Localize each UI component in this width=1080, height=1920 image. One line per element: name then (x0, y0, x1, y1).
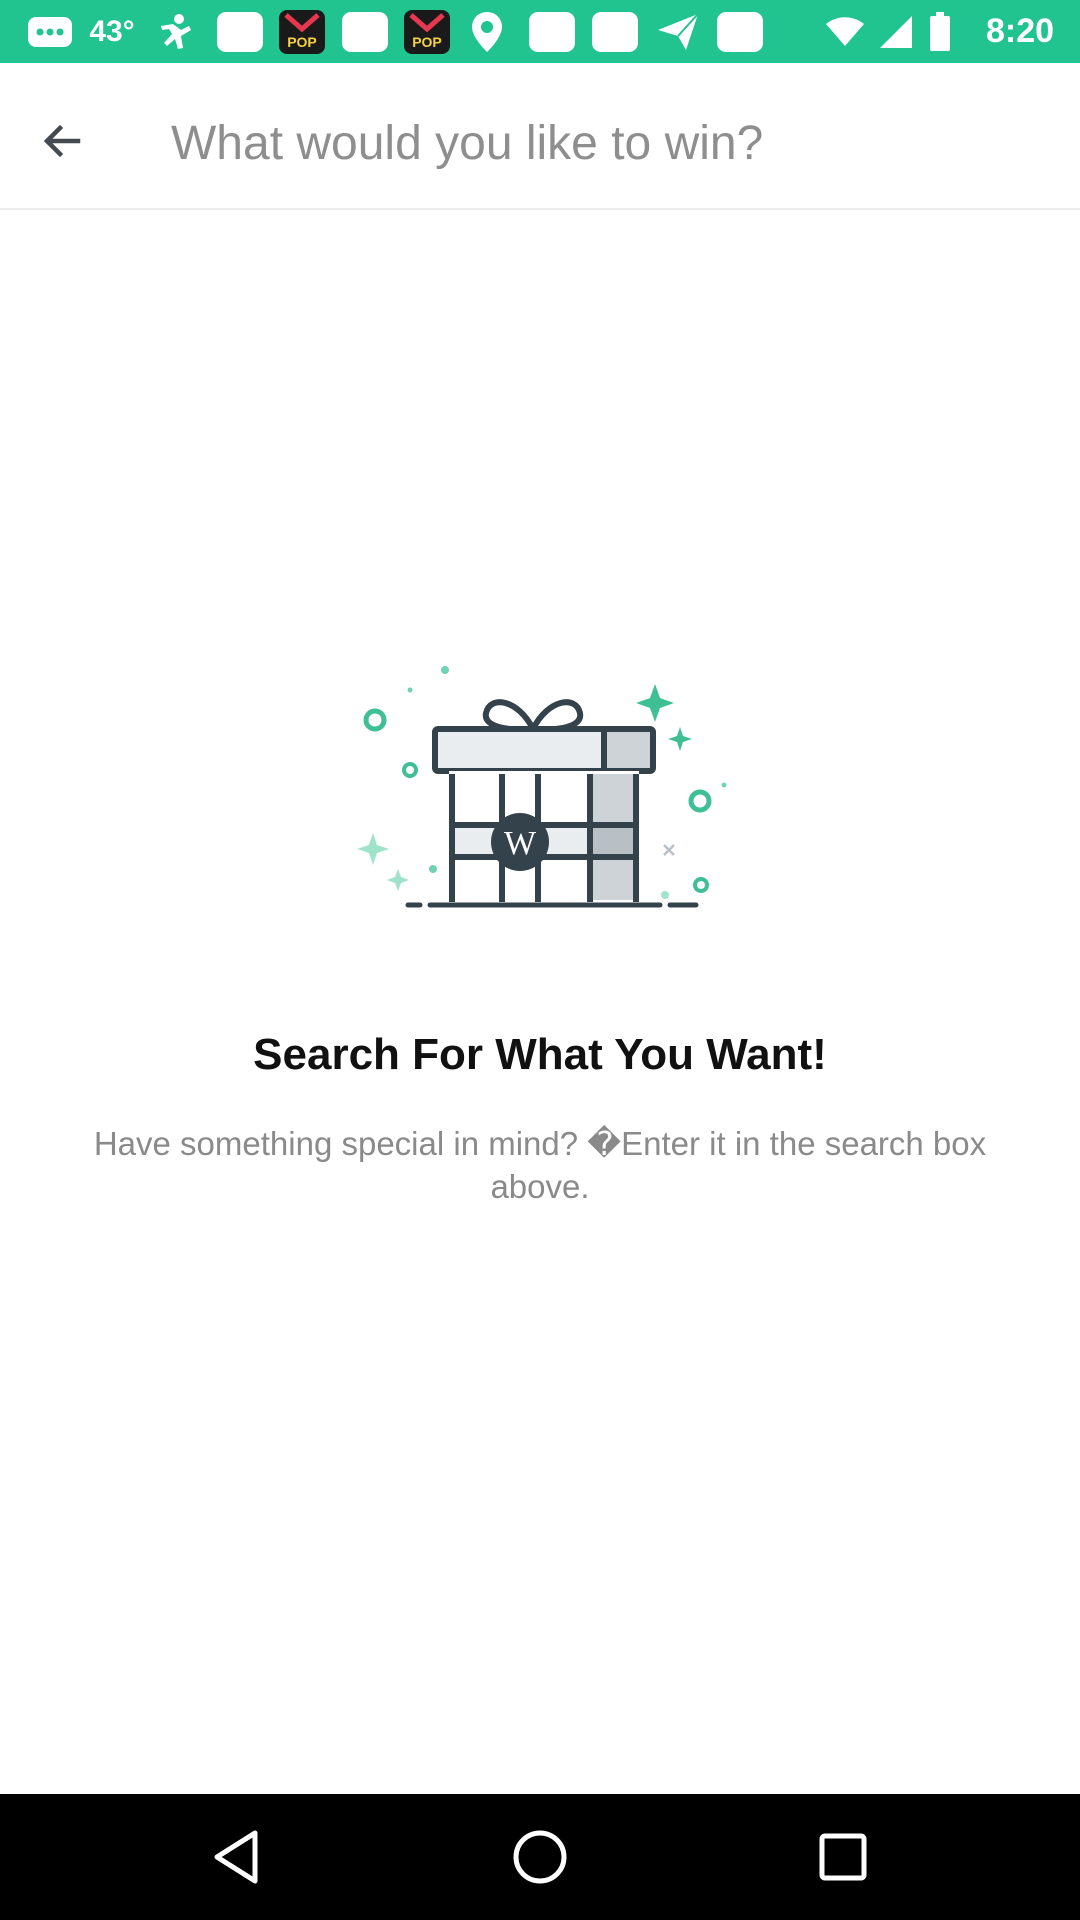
empty-state-title: Search For What You Want! (253, 1030, 827, 1079)
battery-icon (920, 0, 960, 63)
nav-recents-button[interactable] (803, 1817, 883, 1897)
app-icon (524, 0, 580, 63)
send-icon (650, 0, 706, 63)
temperature: 43° (89, 14, 135, 48)
signal-icon (874, 0, 918, 63)
home-circle-icon (513, 1830, 567, 1884)
app-icon (712, 0, 768, 63)
back-triangle-icon (214, 1830, 258, 1884)
recents-square-icon (819, 1833, 867, 1881)
messages-icon (22, 0, 78, 63)
app-icon (337, 0, 393, 63)
app-icon (212, 0, 268, 63)
activity-icon (150, 0, 200, 63)
empty-state-subtitle: Have something special in mind? �Enter i… (93, 1125, 987, 1205)
wifi-icon (822, 0, 868, 63)
nav-back-button[interactable] (197, 1817, 277, 1897)
pop-app-icon: POP (274, 0, 330, 63)
svg-text:POP: POP (287, 34, 317, 50)
app-icon (587, 0, 643, 63)
search-header (0, 63, 1080, 210)
pop-app-icon: POP (399, 0, 455, 63)
location-icon (462, 0, 512, 63)
gift-box-illustration: W (350, 655, 740, 935)
svg-text:POP: POP (412, 34, 442, 50)
gift-letter: W (504, 825, 537, 862)
gift-box-icon: W (357, 666, 727, 908)
search-input[interactable] (165, 103, 1057, 183)
nav-home-button[interactable] (500, 1817, 580, 1897)
status-bar: 43° POP POP 8:20 (0, 0, 1080, 63)
clock: 8:20 (985, 12, 1055, 50)
system-nav-bar (0, 1794, 1080, 1920)
arrow-back-icon (43, 124, 81, 158)
back-button[interactable] (22, 101, 102, 181)
